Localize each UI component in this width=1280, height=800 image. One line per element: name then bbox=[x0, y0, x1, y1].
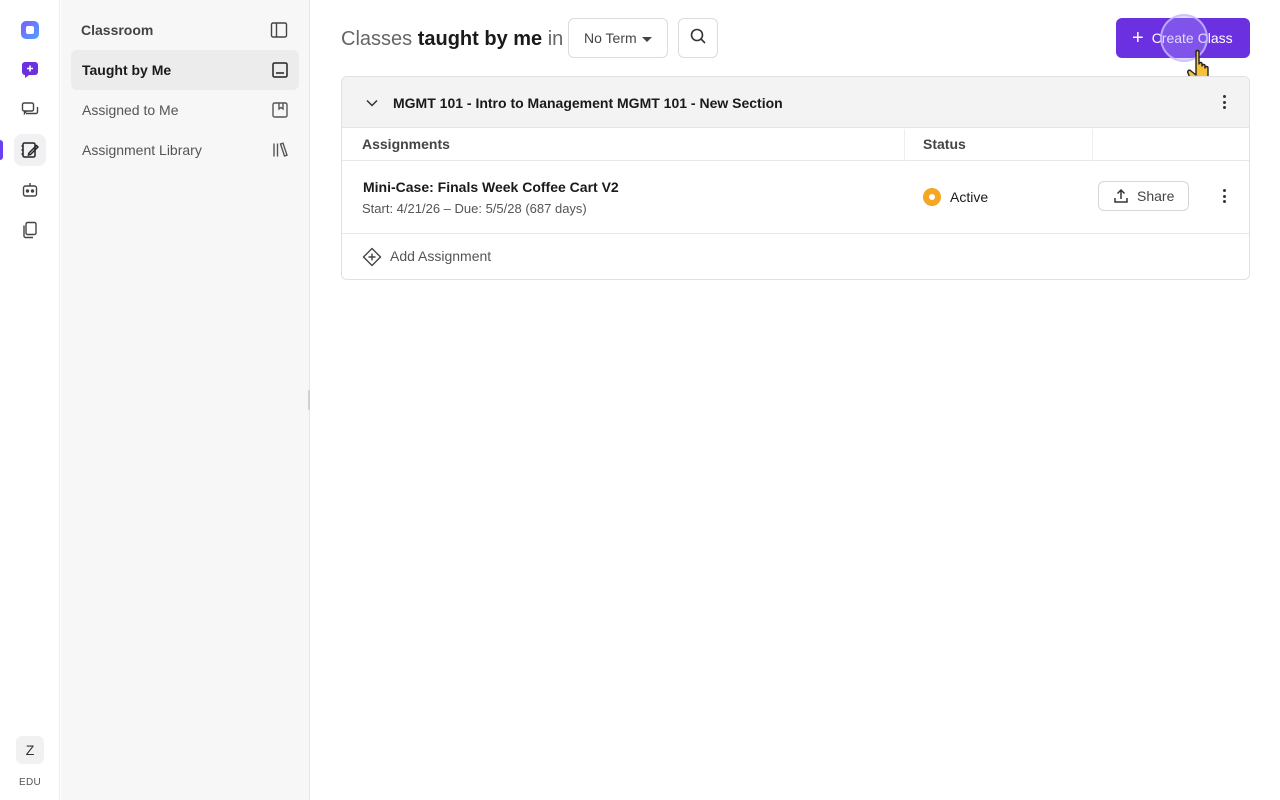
sidebar-item-label: Assignment Library bbox=[82, 142, 202, 158]
plan-label: EDU bbox=[18, 777, 41, 788]
table-header: Assignments Status bbox=[342, 129, 1249, 161]
chevron-down-icon[interactable] bbox=[365, 96, 379, 110]
add-assignment-label: Add Assignment bbox=[390, 248, 492, 264]
active-indicator bbox=[0, 140, 3, 160]
title-prefix: Classes bbox=[341, 28, 413, 50]
classroom-icon[interactable] bbox=[14, 134, 46, 166]
sidebar-item-label: Taught by Me bbox=[82, 62, 172, 78]
chats-icon[interactable] bbox=[14, 94, 46, 126]
upload-icon bbox=[1114, 188, 1128, 203]
assignment-more-menu-icon[interactable] bbox=[1216, 188, 1232, 204]
add-diamond-icon bbox=[362, 247, 382, 267]
app-root: Z EDU Classroom Taught by Me Assigned to… bbox=[0, 0, 1280, 800]
share-button[interactable]: Share bbox=[1098, 181, 1189, 211]
class-card: MGMT 101 - Intro to Management MGMT 101 … bbox=[341, 76, 1250, 280]
new-chat-icon[interactable] bbox=[14, 54, 46, 86]
avatar[interactable]: Z bbox=[16, 736, 44, 764]
classroom-sidebar: Classroom Taught by Me Assigned to Me As… bbox=[61, 0, 310, 800]
title-suffix: in bbox=[547, 28, 564, 50]
assignment-dates: Start: 4/21/26 – Due: 5/5/28 (687 days) bbox=[362, 201, 587, 216]
page-title: Classes taught by me in bbox=[341, 28, 563, 51]
class-more-menu-icon[interactable] bbox=[1216, 94, 1232, 110]
sidebar-item-label: Assigned to Me bbox=[82, 102, 179, 118]
assignment-title[interactable]: Mini-Case: Finals Week Coffee Cart V2 bbox=[363, 179, 619, 195]
bot-icon[interactable] bbox=[14, 174, 46, 206]
term-select-value: No Term bbox=[584, 30, 637, 46]
status-dot-icon bbox=[923, 188, 941, 206]
library-icon bbox=[271, 141, 289, 159]
sidebar-toggle-icon[interactable] bbox=[270, 21, 288, 39]
copy-icon[interactable] bbox=[14, 214, 46, 246]
table-row[interactable]: Mini-Case: Finals Week Coffee Cart V2 St… bbox=[342, 161, 1249, 234]
sidebar-item-assignment-library[interactable]: Assignment Library bbox=[71, 130, 299, 170]
app-logo-icon[interactable] bbox=[14, 14, 46, 46]
term-select[interactable]: No Term bbox=[568, 18, 668, 58]
bookmark-icon bbox=[271, 101, 289, 119]
sidebar-resize-handle[interactable] bbox=[308, 390, 310, 410]
caret-down-icon bbox=[642, 37, 652, 42]
column-divider bbox=[904, 129, 905, 161]
sidebar-title: Classroom bbox=[81, 22, 154, 38]
search-button[interactable] bbox=[678, 18, 718, 58]
class-name: MGMT 101 - Intro to Management MGMT 101 … bbox=[393, 95, 783, 111]
column-divider bbox=[1092, 129, 1093, 161]
icon-rail: Z EDU bbox=[0, 0, 60, 800]
share-label: Share bbox=[1137, 188, 1175, 204]
plus-icon: + bbox=[1132, 27, 1144, 49]
column-status: Status bbox=[923, 136, 966, 152]
title-emphasis: taught by me bbox=[417, 28, 543, 50]
sidebar-item-assigned-to-me[interactable]: Assigned to Me bbox=[71, 90, 299, 130]
status-badge: Active bbox=[950, 189, 989, 205]
class-header[interactable]: MGMT 101 - Intro to Management MGMT 101 … bbox=[342, 77, 1249, 128]
column-assignments: Assignments bbox=[362, 136, 450, 152]
tablet-icon bbox=[271, 61, 289, 79]
search-icon bbox=[689, 27, 707, 50]
add-assignment-button[interactable]: Add Assignment bbox=[342, 235, 1249, 279]
sidebar-item-taught-by-me[interactable]: Taught by Me bbox=[71, 50, 299, 90]
